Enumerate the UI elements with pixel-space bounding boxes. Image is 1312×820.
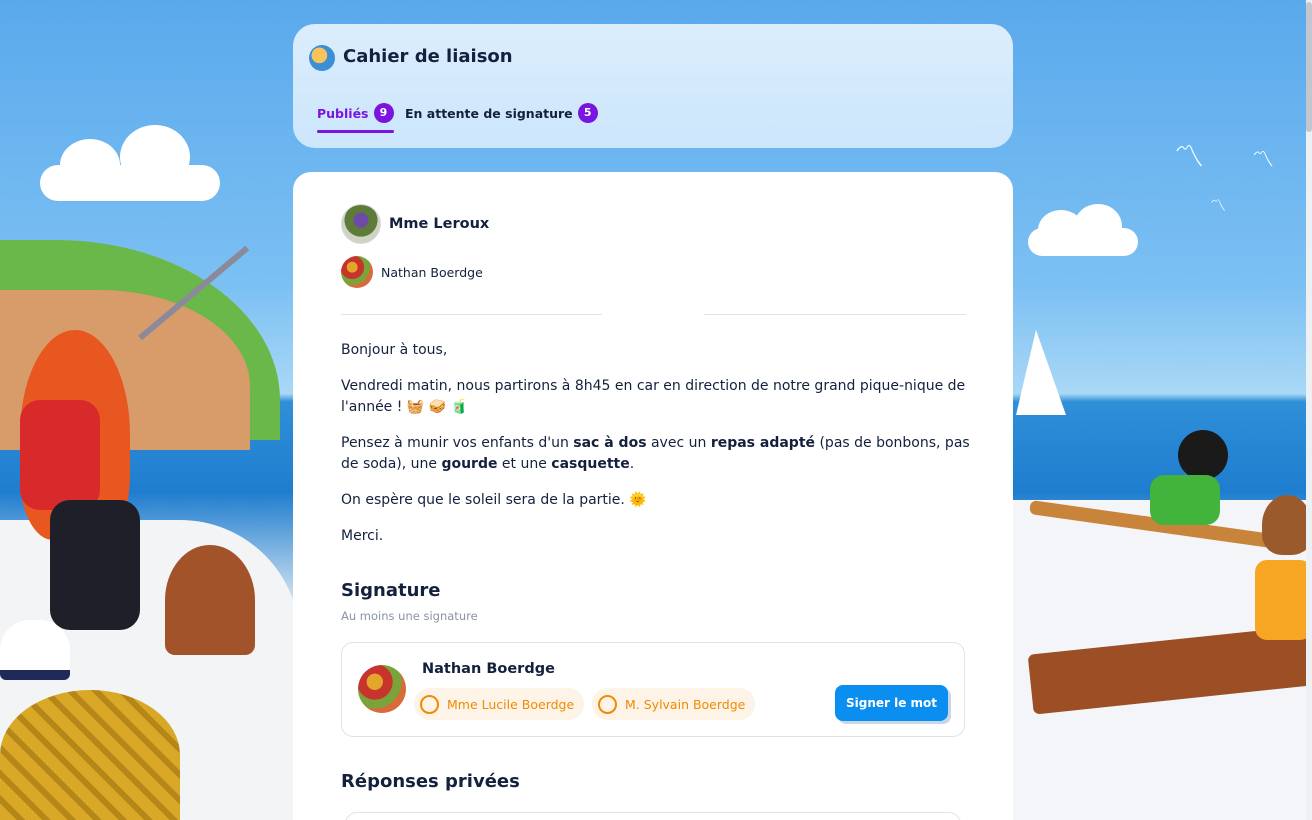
- private-replies-title: Réponses privées: [341, 771, 520, 792]
- avatar: [341, 256, 373, 288]
- rowing-boy-head: [1178, 430, 1228, 480]
- tab-label: Publiés: [317, 105, 369, 121]
- fishing-girl-body: [20, 400, 100, 510]
- fishing-girl-legs: [50, 500, 140, 630]
- captain-hat: [0, 620, 70, 680]
- divider: [704, 314, 966, 315]
- message-greeting: Bonjour à tous,: [341, 342, 448, 358]
- rope-coil: [0, 690, 180, 820]
- tab-pending-signature[interactable]: En attente de signature 5: [405, 103, 598, 123]
- tab-published[interactable]: Publiés 9: [317, 103, 394, 133]
- divider: [341, 314, 602, 315]
- seagull-icon: 〽: [1174, 140, 1204, 175]
- avatar: [358, 665, 406, 713]
- recipient-name: Nathan Boerdge: [381, 264, 483, 280]
- page-title: Cahier de liaison: [343, 46, 513, 67]
- sign-button[interactable]: Signer le mot: [835, 685, 948, 721]
- signature-title: Signature: [341, 580, 441, 601]
- active-tab-indicator: [317, 130, 394, 133]
- radio-circle-icon: [598, 694, 617, 714]
- page-scrollbar[interactable]: [1306, 0, 1312, 820]
- cloud-right: [1028, 204, 1138, 256]
- count-badge: 9: [373, 103, 394, 123]
- radio-circle-icon: [420, 694, 439, 714]
- message-closing: Merci.: [341, 528, 384, 544]
- author-name: Mme Leroux: [389, 216, 490, 232]
- seagull-icon: 〽: [1210, 196, 1227, 215]
- parent-label: M. Sylvain Boerdge: [625, 696, 746, 712]
- private-replies-box[interactable]: [345, 812, 961, 820]
- scrollbar-thumb[interactable]: [1306, 2, 1312, 132]
- parent-option-father[interactable]: M. Sylvain Boerdge: [592, 688, 756, 720]
- child-name: Nathan Boerdge: [422, 661, 555, 677]
- message-body: Bonjour à tous, Vendredi matin, nous par…: [341, 340, 971, 562]
- recipient: Nathan Boerdge: [341, 256, 483, 288]
- message-card: Mme Leroux Nathan Boerdge Bonjour à tous…: [293, 172, 1013, 820]
- header-card: Cahier de liaison Publiés 9 En attente d…: [293, 24, 1013, 148]
- message-paragraph: Pensez à munir vos enfants d'un sac à do…: [341, 435, 970, 472]
- signature-subtitle: Au moins une signature: [341, 609, 478, 623]
- app-logo-icon: [309, 45, 335, 71]
- winch: [165, 545, 255, 655]
- seagull-icon: 〽: [1252, 148, 1275, 173]
- author: Mme Leroux: [341, 204, 489, 244]
- avatar: [341, 204, 381, 244]
- parent-label: Mme Lucile Boerdge: [447, 696, 575, 712]
- tab-label: En attente de signature: [405, 105, 573, 121]
- rowing-boy-body: [1150, 475, 1220, 525]
- rope-boy-body: [1255, 560, 1312, 640]
- message-paragraph: Vendredi matin, nous partirons à 8h45 en…: [341, 378, 966, 415]
- rope-boy-head: [1262, 495, 1312, 555]
- sailboat: [1016, 330, 1066, 415]
- cloud-left: [40, 125, 220, 201]
- signature-box: Nathan Boerdge Mme Lucile Boerdge M. Syl…: [341, 642, 965, 737]
- count-badge: 5: [577, 103, 598, 123]
- message-paragraph: On espère que le soleil sera de la parti…: [341, 492, 647, 508]
- parent-option-mother[interactable]: Mme Lucile Boerdge: [414, 688, 585, 720]
